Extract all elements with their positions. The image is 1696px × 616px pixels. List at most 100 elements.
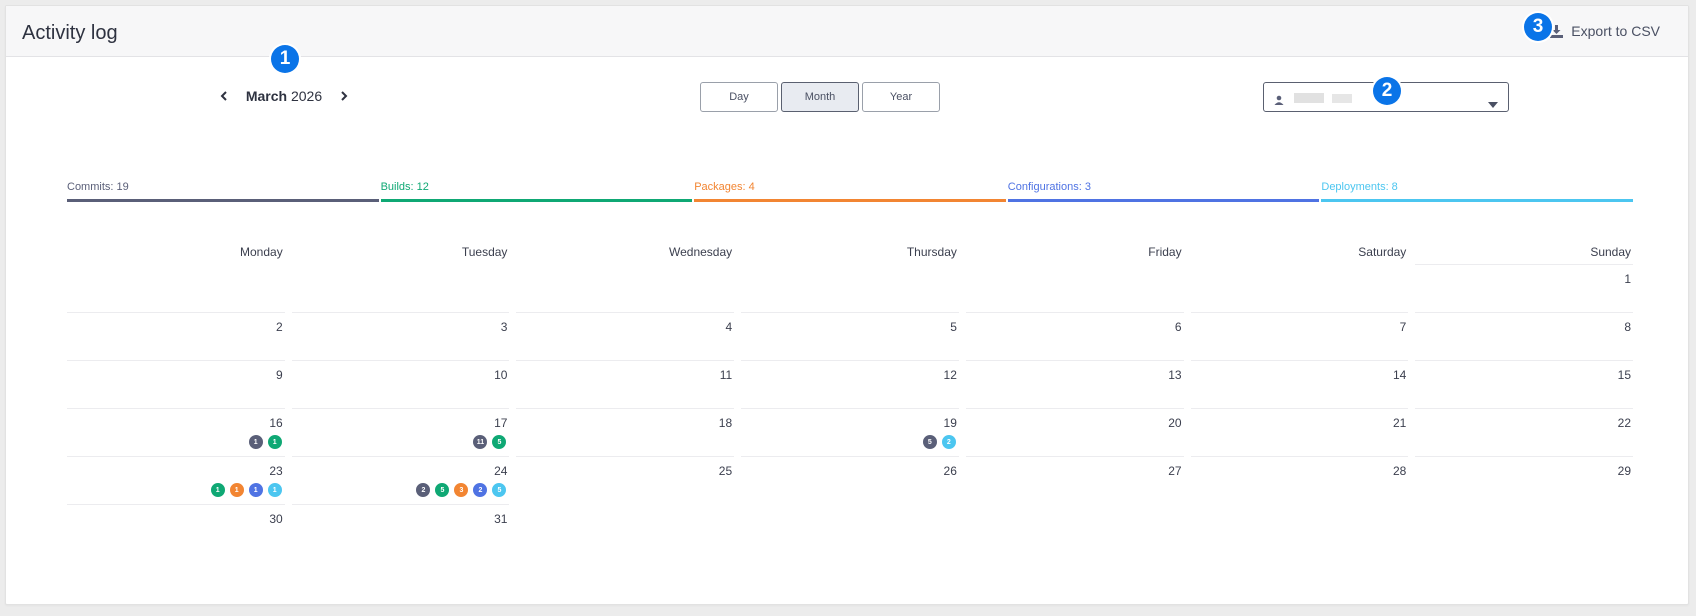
calendar-empty-cell bbox=[966, 504, 1184, 552]
day-view-button[interactable]: Day bbox=[700, 82, 778, 112]
calendar-day-27[interactable]: 27 bbox=[965, 456, 1184, 504]
day-number: 23 bbox=[269, 464, 283, 478]
calendar-day-1[interactable]: 1 bbox=[1415, 264, 1634, 312]
calendar-empty-cell bbox=[516, 504, 734, 552]
activity-dot-packages[interactable]: 3 bbox=[453, 482, 470, 498]
calendar-week: 1 bbox=[67, 264, 1634, 312]
calendar-empty-cell bbox=[67, 264, 285, 312]
calendar-day-26[interactable]: 26 bbox=[741, 456, 959, 504]
stat-builds: Builds: 12 bbox=[380, 180, 693, 202]
stat-label-commits: Commits: 19 bbox=[67, 181, 129, 193]
activity-dot-builds[interactable]: 1 bbox=[209, 482, 226, 498]
calendar-day-30[interactable]: 30 bbox=[67, 504, 285, 552]
view-toggle: Day Month Year bbox=[700, 82, 940, 112]
day-number: 26 bbox=[943, 464, 957, 478]
stat-label-packages: Packages: 4 bbox=[694, 181, 755, 193]
export-csv-label: Export to CSV bbox=[1571, 23, 1660, 39]
calendar-day-28[interactable]: 28 bbox=[1190, 456, 1409, 504]
next-month-button[interactable] bbox=[334, 86, 354, 106]
day-number: 16 bbox=[269, 416, 283, 430]
weekday-friday: Friday bbox=[1148, 245, 1182, 259]
day-number: 21 bbox=[1392, 416, 1407, 430]
activity-dot-configurations[interactable]: 2 bbox=[472, 482, 489, 498]
day-number: 2 bbox=[276, 320, 283, 334]
month-view-button[interactable]: Month bbox=[781, 82, 859, 112]
calendar-day-11[interactable]: 11 bbox=[516, 360, 735, 408]
day-number: 20 bbox=[1168, 416, 1182, 430]
calendar-day-4[interactable]: 4 bbox=[516, 312, 735, 360]
calendar-day-15[interactable]: 15 bbox=[1415, 360, 1634, 408]
calendar-empty-cell bbox=[966, 264, 1184, 312]
activity-dot-builds[interactable]: 1 bbox=[266, 434, 283, 450]
calendar-week: 16 1 1 17 11 5 18 19 5 2 20 21 22 bbox=[67, 408, 1634, 456]
activity-dot-configurations[interactable]: 1 bbox=[247, 482, 264, 498]
day-number: 28 bbox=[1392, 464, 1407, 478]
calendar-day-21[interactable]: 21 bbox=[1190, 408, 1409, 456]
day-number: 31 bbox=[494, 512, 508, 526]
calendar-day-24[interactable]: 24 2 5 3 2 5 bbox=[291, 456, 510, 504]
activity-dot-deployments[interactable]: 5 bbox=[491, 482, 508, 498]
activity-dot-builds[interactable]: 5 bbox=[491, 434, 508, 450]
day-number: 24 bbox=[494, 464, 508, 478]
annotation-badge-1: 1 bbox=[271, 45, 299, 73]
day-number: 12 bbox=[943, 368, 957, 382]
day-number: 4 bbox=[725, 320, 733, 334]
calendar-day-5[interactable]: 5 bbox=[741, 312, 959, 360]
weekday-monday: Monday bbox=[240, 245, 283, 259]
stat-bar-configurations bbox=[1007, 199, 1320, 202]
calendar-day-6[interactable]: 6 bbox=[965, 312, 1184, 360]
weekday-wednesday: Wednesday bbox=[669, 245, 733, 259]
export-csv-button[interactable]: Export to CSV bbox=[1550, 23, 1660, 39]
weekday-saturday: Saturday bbox=[1358, 245, 1407, 259]
calendar-day-10[interactable]: 10 bbox=[291, 360, 510, 408]
calendar-day-17[interactable]: 17 11 5 bbox=[291, 408, 510, 456]
day-number: 9 bbox=[276, 368, 283, 382]
day-number: 6 bbox=[1174, 320, 1182, 334]
year-view-button[interactable]: Year bbox=[862, 82, 940, 112]
calendar-day-3[interactable]: 3 bbox=[291, 312, 510, 360]
calendar-day-9[interactable]: 9 bbox=[67, 360, 285, 408]
calendar-day-14[interactable]: 14 bbox=[1190, 360, 1409, 408]
weekday-tuesday: Tuesday bbox=[461, 245, 508, 259]
calendar-day-13[interactable]: 13 bbox=[965, 360, 1184, 408]
calendar-day-20[interactable]: 20 bbox=[965, 408, 1184, 456]
activity-dot-packages[interactable]: 1 bbox=[228, 482, 245, 498]
day-number: 18 bbox=[718, 416, 733, 430]
stat-label-builds: Builds: 12 bbox=[380, 181, 429, 193]
activity-dot-deployments[interactable]: 1 bbox=[266, 482, 283, 498]
stat-label-deployments: Deployments: 8 bbox=[1321, 181, 1398, 193]
calendar-day-8[interactable]: 8 bbox=[1415, 312, 1634, 360]
activity-dot-deployments[interactable]: 2 bbox=[940, 434, 957, 450]
activity-dot-commits[interactable]: 11 bbox=[472, 434, 489, 450]
month-calendar: Monday Tuesday Wednesday Thursday Friday Satu… bbox=[67, 240, 1634, 552]
weekday-sunday: Sunday bbox=[1590, 245, 1632, 259]
activity-dots: 1111 bbox=[209, 482, 283, 498]
month-name: March bbox=[245, 88, 288, 104]
calendar-day-7[interactable]: 7 bbox=[1190, 312, 1409, 360]
calendar-day-25[interactable]: 25 bbox=[516, 456, 735, 504]
stat-configurations: Configurations: 3 bbox=[1007, 180, 1320, 202]
card-header: Activity log Export to CSV bbox=[6, 6, 1688, 57]
activity-dot-commits[interactable]: 1 bbox=[247, 434, 264, 450]
chevron-right-icon bbox=[341, 91, 348, 101]
activity-dot-commits[interactable]: 2 bbox=[415, 482, 432, 498]
activity-dot-commits[interactable]: 5 bbox=[921, 434, 938, 450]
previous-month-button[interactable] bbox=[214, 86, 234, 106]
calendar-day-16[interactable]: 16 1 1 bbox=[67, 408, 285, 456]
calendar-day-2[interactable]: 2 bbox=[67, 312, 285, 360]
current-month-label: March 2026 bbox=[234, 88, 334, 104]
day-number: 17 bbox=[494, 416, 508, 430]
day-number: 3 bbox=[500, 320, 508, 334]
calendar-day-12[interactable]: 12 bbox=[741, 360, 959, 408]
annotation-badge-3: 3 bbox=[1524, 13, 1552, 41]
calendar-day-22[interactable]: 22 bbox=[1415, 408, 1634, 456]
calendar-day-19[interactable]: 19 5 2 bbox=[741, 408, 959, 456]
calendar-day-23[interactable]: 23 1 1 1 1 bbox=[67, 456, 285, 504]
calendar-empty-cell bbox=[1191, 264, 1409, 312]
calendar-day-29[interactable]: 29 bbox=[1415, 456, 1634, 504]
calendar-day-31[interactable]: 31 bbox=[291, 504, 510, 552]
stat-bar-builds bbox=[380, 199, 693, 202]
calendar-day-18[interactable]: 18 bbox=[516, 408, 735, 456]
activity-dot-builds[interactable]: 5 bbox=[434, 482, 451, 498]
day-number: 14 bbox=[1392, 368, 1407, 382]
